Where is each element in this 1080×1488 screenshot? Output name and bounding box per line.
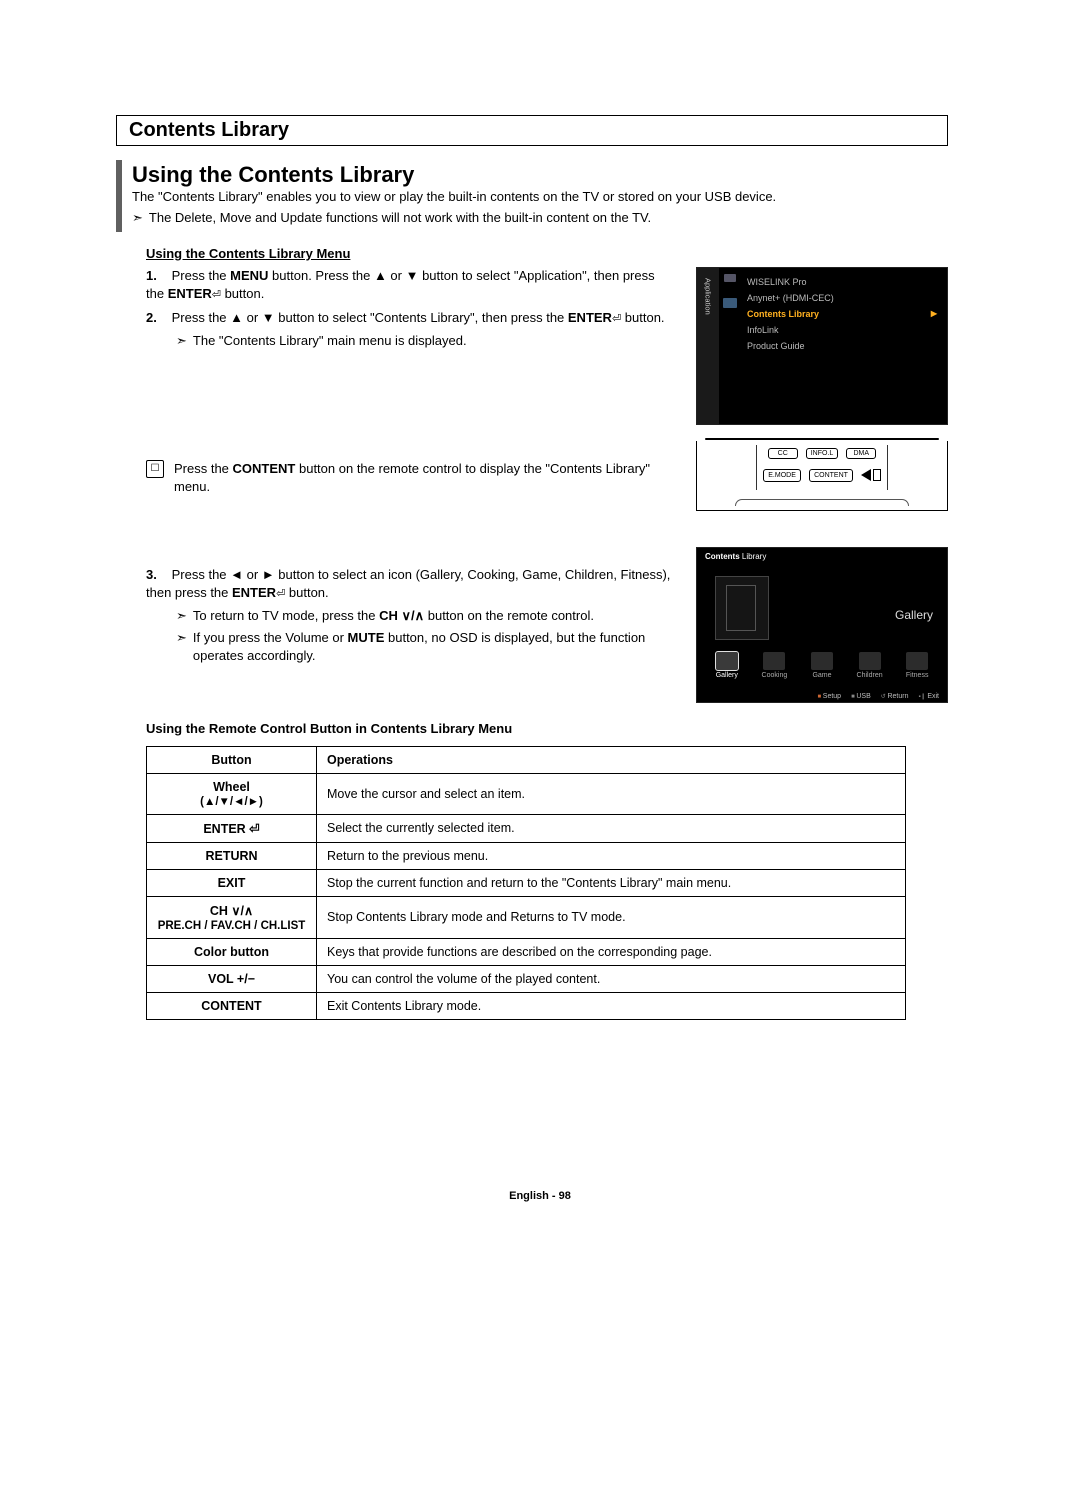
step-1: 1. Press the MENU button. Press the ▲ or… (146, 267, 676, 304)
operations-table: Button Operations Wheel(▲/▼/◄/►) Move th… (146, 746, 906, 1020)
cat-game: Game (802, 652, 842, 679)
th-ops: Operations (317, 746, 906, 773)
cat-children: Children (850, 652, 890, 679)
remote-btn-emode: E.MODE (763, 469, 801, 482)
remote-btn-cc: CC (768, 448, 798, 459)
osd-item: InfoLink (743, 322, 941, 338)
th-button: Button (147, 746, 317, 773)
table-row: VOL +/− You can control the volume of th… (147, 965, 906, 992)
osd-item: Product Guide (743, 338, 941, 354)
gallery-thumb (715, 576, 769, 640)
bullet-icon: ➣ (176, 332, 187, 350)
table-row: CH ∨/∧PRE.CH / FAV.CH / CH.LIST Stop Con… (147, 896, 906, 938)
table-row: ENTER ⏎ Select the currently selected it… (147, 814, 906, 842)
intro-bullet: The Delete, Move and Update functions wi… (149, 210, 651, 226)
remote-btn-content: CONTENT (809, 469, 853, 482)
menu-subhead: Using the Contents Library Menu (146, 246, 948, 261)
gallery-label: Gallery (895, 608, 933, 622)
section-header-box: Contents Library (116, 115, 948, 146)
osd-item: Anynet+ (HDMI-CEC) (743, 290, 941, 306)
remote-icon: ☐ (146, 460, 164, 478)
osd-icon (724, 274, 736, 282)
step-3: 3. Press the ◄ or ► button to select an … (146, 566, 676, 665)
intro-text: The "Contents Library" enables you to vi… (132, 188, 948, 206)
table-row: RETURN Return to the previous menu. (147, 842, 906, 869)
cat-gallery: Gallery (707, 652, 747, 679)
table-row: CONTENT Exit Contents Library mode. (147, 992, 906, 1019)
remote-arrow-icon (861, 469, 881, 481)
remote-illustration: CC INFO.L DMA E.MODE CONTENT (696, 441, 948, 511)
osd-icon (723, 298, 737, 308)
page-footer: English - 98 (0, 1190, 1080, 1202)
section-title: Contents Library (129, 119, 939, 142)
remote-btn-infol: INFO.L (806, 448, 839, 459)
osd-item: WISELINK Pro (743, 274, 941, 290)
subsection-header: Using the Contents Library The "Contents… (116, 160, 948, 232)
step-2: 2. Press the ▲ or ▼ button to select "Co… (146, 309, 676, 350)
bullet-icon: ➣ (132, 210, 143, 226)
cat-cooking: Cooking (754, 652, 794, 679)
osd-sidebar-label: Application (697, 268, 719, 424)
remote-note: Press the CONTENT button on the remote c… (174, 460, 676, 496)
osd-screenshot: Application WISELINK Pro Anynet+ (HDMI-C… (696, 267, 948, 425)
table-row: EXIT Stop the current function and retur… (147, 869, 906, 896)
table-row: Wheel(▲/▼/◄/►) Move the cursor and selec… (147, 773, 906, 814)
table-row: Color button Keys that provide functions… (147, 938, 906, 965)
subsection-title: Using the Contents Library (132, 162, 948, 188)
bullet-icon: ➣ (176, 607, 187, 625)
cat-fitness: Fitness (897, 652, 937, 679)
bullet-icon: ➣ (176, 629, 187, 665)
remote-btn-dma: DMA (846, 448, 876, 459)
osd-item-selected: Contents Library▶ (743, 306, 941, 322)
table-heading: Using the Remote Control Button in Conte… (146, 721, 948, 736)
contents-library-screenshot: Contents Library Gallery Gallery Cooking… (696, 547, 948, 703)
